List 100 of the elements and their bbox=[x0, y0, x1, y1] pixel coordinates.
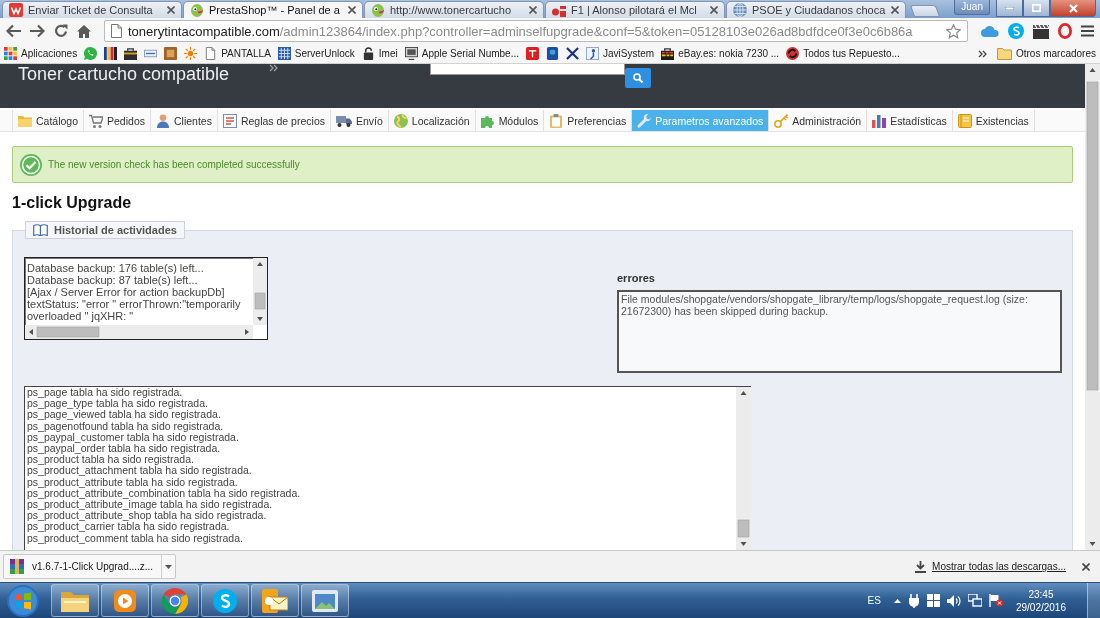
clock-date[interactable]: 29/02/2016 bbox=[1015, 600, 1066, 614]
menu-tab[interactable]: Pedidos bbox=[84, 110, 151, 131]
card-icon[interactable] bbox=[144, 47, 158, 60]
menu-tab[interactable]: Clientes bbox=[151, 110, 218, 131]
flag-icon[interactable] bbox=[988, 594, 1003, 607]
bookmark-link[interactable]: Aplicaciones bbox=[4, 47, 78, 60]
search-field[interactable] bbox=[430, 64, 625, 75]
new-tab-button[interactable] bbox=[909, 5, 941, 17]
browser-tab[interactable]: http://www.tonercartucho bbox=[364, 1, 544, 18]
network-icon[interactable] bbox=[967, 594, 982, 607]
menu-icon[interactable] bbox=[1081, 25, 1094, 37]
log-line: ps_product_attribute_combination tabla ha sido registrada. bbox=[27, 487, 302, 500]
browser-tab[interactable]: F1 | Alonso pilotará el Mcl bbox=[545, 1, 725, 18]
horizontal-scrollbar[interactable] bbox=[25, 325, 253, 339]
folder-icon bbox=[61, 589, 89, 612]
speech-bubble-icon[interactable] bbox=[84, 47, 98, 60]
search-icon bbox=[633, 73, 643, 83]
cloud-icon[interactable] bbox=[981, 25, 999, 37]
taskbar-button[interactable] bbox=[101, 584, 149, 617]
windows-orb-icon bbox=[7, 584, 39, 617]
tile-icon[interactable] bbox=[546, 47, 560, 60]
log-line: ps_product_comment tabla ha sido registrada. bbox=[27, 532, 244, 544]
figure-icon bbox=[586, 47, 600, 60]
cross-icon[interactable] bbox=[566, 47, 580, 60]
vertical-scrollbar[interactable] bbox=[736, 387, 751, 550]
menu-tab[interactable]: Existencias bbox=[952, 110, 1035, 131]
star-icon[interactable] bbox=[946, 23, 961, 39]
clock-time[interactable]: 23:45 bbox=[1028, 587, 1054, 601]
bookmark-link[interactable]: ServerUnlock bbox=[277, 47, 355, 60]
caret-up-icon[interactable] bbox=[893, 598, 901, 603]
cart-icon bbox=[89, 113, 104, 128]
close-icon[interactable] bbox=[891, 6, 899, 14]
browser-tab[interactable]: PrestaShop™ - Panel de a bbox=[183, 1, 363, 18]
search-button[interactable] bbox=[625, 68, 651, 88]
menu-tab[interactable]: Estadísticas bbox=[867, 110, 953, 131]
close-icon bbox=[1082, 562, 1090, 571]
menu-tab[interactable]: Módulos bbox=[475, 110, 545, 131]
swirl-icon bbox=[786, 47, 800, 60]
show-desktop-button[interactable] bbox=[1087, 583, 1100, 618]
show-all-downloads-link[interactable]: Mostrar todas las descargas... bbox=[915, 560, 1066, 573]
menu-tab[interactable]: Reglas de precios bbox=[217, 110, 331, 131]
browser-tab[interactable]: PSOE y Ciudadanos choca bbox=[726, 1, 906, 18]
close-button[interactable] bbox=[1080, 560, 1092, 573]
clapperboard-icon[interactable] bbox=[1033, 23, 1049, 39]
plug-icon[interactable] bbox=[907, 593, 920, 608]
close-button[interactable] bbox=[1050, 0, 1096, 17]
taskbar-button[interactable] bbox=[151, 584, 199, 617]
close-icon[interactable] bbox=[348, 6, 356, 14]
download-icon bbox=[915, 560, 927, 573]
minimize-icon bbox=[1005, 6, 1014, 10]
taskbar-button[interactable] bbox=[251, 584, 299, 617]
menu-tab[interactable]: Envío bbox=[330, 110, 389, 131]
close-icon[interactable] bbox=[710, 6, 718, 14]
reload-icon[interactable] bbox=[54, 24, 68, 38]
stripes-icon[interactable] bbox=[104, 47, 118, 60]
double-chevron-icon[interactable] bbox=[269, 64, 279, 72]
language-indicator[interactable]: ES bbox=[867, 595, 881, 606]
bag-icon[interactable] bbox=[124, 47, 138, 60]
page-title: 1-click Upgrade bbox=[12, 193, 133, 213]
tile-icon[interactable] bbox=[526, 47, 540, 60]
bookmark-folder[interactable]: Otros marcadores bbox=[996, 47, 1096, 60]
bookmark-link[interactable]: Todos tus Repuesto... bbox=[786, 47, 900, 60]
ring-icon[interactable] bbox=[1058, 23, 1072, 39]
person-icon bbox=[156, 113, 170, 128]
maximize-button[interactable] bbox=[1023, 0, 1050, 17]
bag-icon bbox=[661, 47, 675, 60]
menu-tab[interactable]: Administración bbox=[769, 110, 868, 131]
list-icon bbox=[222, 113, 237, 128]
vertical-scrollbar[interactable] bbox=[1085, 64, 1100, 550]
wrench-icon bbox=[637, 113, 652, 128]
speaker-icon[interactable] bbox=[946, 594, 961, 607]
bookmark-link[interactable]: Apple Serial Numbe... bbox=[404, 47, 520, 60]
taskbar-button[interactable] bbox=[201, 584, 249, 617]
four-squares-icon[interactable] bbox=[926, 594, 940, 607]
page-icon bbox=[111, 24, 122, 38]
menu-tab[interactable]: Localización bbox=[388, 110, 476, 131]
document-icon bbox=[204, 47, 218, 60]
browser-tab[interactable]: Enviar Ticket de Consulta bbox=[2, 1, 182, 18]
bookmark-link[interactable]: PANTALLA bbox=[204, 47, 271, 60]
globe-icon bbox=[733, 3, 747, 17]
logo-icon bbox=[552, 3, 566, 17]
taskbar-button[interactable] bbox=[301, 584, 349, 617]
home-icon[interactable] bbox=[77, 24, 91, 38]
bookmark-link[interactable]: Imei bbox=[361, 47, 398, 60]
close-icon bbox=[1068, 3, 1078, 13]
close-icon[interactable] bbox=[529, 6, 537, 14]
double-chevron-icon[interactable] bbox=[977, 49, 987, 58]
close-icon[interactable] bbox=[167, 6, 175, 14]
address-field[interactable]: tonerytintacompatible.com/admin123864/index.php?controller=adminselfupgrade&conf=5&token=05128103e026ad8bdfdce0f3e0c6b86a bbox=[104, 20, 968, 42]
bookmark-link[interactable]: eBay.es: nokia 7230 ... bbox=[661, 47, 780, 60]
menu-tab[interactable]: Catálogo bbox=[12, 110, 85, 131]
vertical-scrollbar[interactable] bbox=[253, 258, 267, 325]
log-line: ps_paypal_customer tabla ha sido registrada. bbox=[27, 431, 240, 443]
bookmark-link[interactable]: JaviSystem bbox=[586, 47, 655, 60]
box-icon[interactable] bbox=[164, 47, 178, 60]
arrow-right-icon[interactable] bbox=[30, 24, 45, 38]
arrow-left-icon[interactable] bbox=[6, 24, 21, 38]
minimize-button[interactable] bbox=[996, 0, 1023, 17]
check-circle-icon bbox=[20, 153, 42, 176]
taskbar-button[interactable] bbox=[51, 584, 99, 617]
